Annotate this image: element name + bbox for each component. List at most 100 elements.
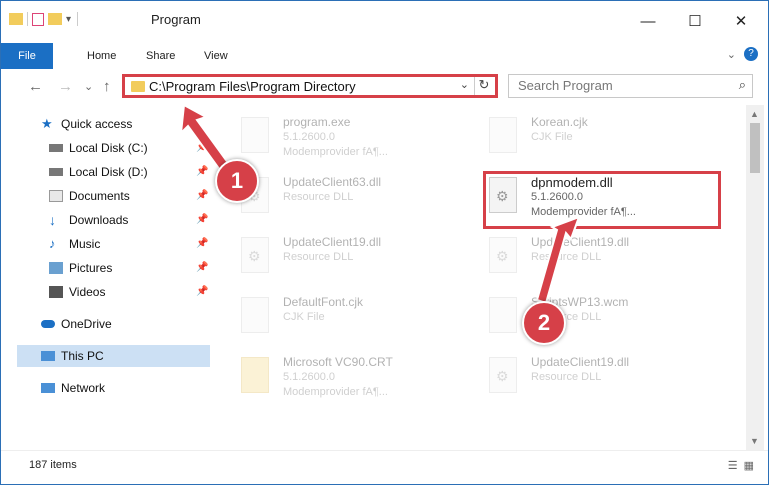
pin-icon: 📌 xyxy=(196,286,209,297)
navigation-pane: ★ Quick access Local Disk (C:) 📌 Local D… xyxy=(1,105,216,450)
expand-ribbon-icon[interactable]: ⌄ xyxy=(727,48,736,61)
pin-icon: 📌 xyxy=(196,142,209,153)
file-item[interactable]: Microsoft VC90.CRT 5.1.2600.0 Modemprovi… xyxy=(233,349,473,413)
exe-icon xyxy=(241,117,269,153)
separator xyxy=(27,12,28,26)
nav-item-quick-access[interactable]: ★ Quick access xyxy=(41,113,132,135)
star-icon: ★ xyxy=(41,116,53,131)
nav-item-label: Quick access xyxy=(61,117,133,131)
dll-icon xyxy=(241,237,269,273)
tab-view[interactable]: View xyxy=(204,45,228,67)
search-icon[interactable]: ⌕ xyxy=(739,77,746,93)
folder-icon xyxy=(131,81,145,92)
address-path[interactable]: C:\Program Files\Program Directory xyxy=(149,79,356,94)
nav-item-downloads[interactable]: ↓ Downloads xyxy=(49,209,128,231)
nav-item-label: Pictures xyxy=(69,261,113,275)
help-icon[interactable]: ? xyxy=(744,47,758,61)
customize-toolbar-icon[interactable]: ▾ xyxy=(66,14,71,25)
file-item[interactable]: program.exe 5.1.2600.0 Modemprovider fA¶… xyxy=(233,109,473,173)
file-version: 5.1.2600.0 xyxy=(283,371,335,383)
file-icon xyxy=(489,117,517,153)
file-name: UpdateClient63.dll xyxy=(283,175,382,189)
highlight-box xyxy=(483,171,721,229)
refresh-button[interactable]: ↻ xyxy=(474,77,493,95)
dll-icon xyxy=(489,237,517,273)
file-item[interactable]: ScriptsWP13.wcm Resource DLL xyxy=(481,289,721,353)
search-placeholder: Search Program xyxy=(518,78,613,93)
documents-icon xyxy=(49,190,63,202)
callout-1: 1 xyxy=(215,159,259,203)
file-list: program.exe 5.1.2600.0 Modemprovider fA¶… xyxy=(223,105,743,450)
recent-locations-button[interactable]: ⌄ xyxy=(84,80,93,93)
ribbon-tabs: File Home Share View ⌄ ? xyxy=(1,39,768,70)
nav-item-label: Network xyxy=(61,381,106,395)
folder-icon xyxy=(9,13,23,25)
file-item[interactable]: UpdateClient63.dll Resource DLL xyxy=(233,169,473,233)
file-type: CJK File xyxy=(531,131,573,143)
dll-icon xyxy=(489,357,517,393)
nav-item-videos[interactable]: Videos xyxy=(49,281,105,303)
nav-item-pictures[interactable]: Pictures xyxy=(49,257,112,279)
window-title: Program xyxy=(151,12,201,27)
scrollbar-thumb[interactable] xyxy=(750,123,760,173)
nav-item-label: Videos xyxy=(69,285,106,299)
nav-item-local-disk-c[interactable]: Local Disk (C:) xyxy=(49,137,148,159)
file-item[interactable]: UpdateClient19.dll Resource DLL xyxy=(481,229,721,293)
tiles-view-icon[interactable]: ▦ xyxy=(744,459,754,472)
nav-item-network[interactable]: Network xyxy=(41,377,105,399)
nav-item-onedrive[interactable]: OneDrive xyxy=(41,313,112,335)
up-button[interactable]: ↑ xyxy=(103,78,111,95)
file-item[interactable]: Korean.cjk CJK File xyxy=(481,109,721,173)
forward-button[interactable]: → xyxy=(58,78,73,95)
address-bar[interactable]: C:\Program Files\Program Directory ⌄ ↻ xyxy=(122,74,498,98)
explorer-window: ▾ Program — ☐ ✕ File Home Share View ⌄ ?… xyxy=(0,0,769,485)
drive-icon xyxy=(49,168,63,176)
vertical-scrollbar[interactable]: ▲ ▼ xyxy=(746,105,764,450)
ribbon-controls: ⌄ ? xyxy=(727,47,758,61)
file-icon xyxy=(241,297,269,333)
nav-item-this-pc[interactable]: This PC xyxy=(17,345,210,367)
back-button[interactable]: ← xyxy=(28,78,43,95)
file-item[interactable]: UpdateClient19.dll Resource DLL xyxy=(481,349,721,413)
nav-item-label: OneDrive xyxy=(61,317,112,331)
file-type: Resource DLL xyxy=(531,371,602,383)
tab-home[interactable]: Home xyxy=(87,45,116,67)
nav-item-local-disk-d[interactable]: Local Disk (D:) xyxy=(49,161,148,183)
file-name: Microsoft VC90.CRT xyxy=(283,355,393,369)
downloads-icon: ↓ xyxy=(49,212,56,228)
file-description: Modemprovider fA¶... xyxy=(283,146,388,158)
nav-item-documents[interactable]: Documents xyxy=(49,185,130,207)
minimize-button[interactable]: — xyxy=(626,7,670,35)
file-name: UpdateClient19.dll xyxy=(283,235,382,249)
item-count: 187 items xyxy=(29,459,77,471)
nav-item-music[interactable]: ♪ Music xyxy=(49,233,100,255)
details-view-icon[interactable]: ☰ xyxy=(728,459,738,472)
file-name: DefaultFont.cjk xyxy=(283,295,364,309)
file-description: Modemprovider fA¶... xyxy=(283,386,388,398)
file-type: Resource DLL xyxy=(283,191,354,203)
scroll-up-icon[interactable]: ▲ xyxy=(750,109,759,119)
file-name: program.exe xyxy=(283,115,351,129)
new-folder-icon[interactable] xyxy=(48,13,62,25)
scroll-down-icon[interactable]: ▼ xyxy=(750,436,759,446)
properties-icon[interactable] xyxy=(32,12,44,26)
search-box[interactable]: Search Program ⌕ xyxy=(508,74,753,98)
file-type: Resource DLL xyxy=(283,251,354,263)
drive-icon xyxy=(49,144,63,152)
tab-file[interactable]: File xyxy=(1,43,53,69)
nav-item-label: Music xyxy=(69,237,101,251)
file-item[interactable]: DefaultFont.cjk CJK File xyxy=(233,289,473,353)
nav-item-label: Local Disk (C:) xyxy=(69,141,148,155)
file-name: UpdateClient19.dll xyxy=(531,355,630,369)
maximize-button[interactable]: ☐ xyxy=(673,7,717,35)
address-dropdown-icon[interactable]: ⌄ xyxy=(460,78,469,91)
pictures-icon xyxy=(49,262,63,274)
nav-item-label: This PC xyxy=(61,349,104,363)
close-button[interactable]: ✕ xyxy=(719,7,763,35)
nav-item-label: Downloads xyxy=(69,213,129,227)
music-icon: ♪ xyxy=(49,236,56,251)
file-item[interactable]: UpdateClient19.dll Resource DLL xyxy=(233,229,473,293)
cloud-icon xyxy=(41,320,55,328)
tab-share[interactable]: Share xyxy=(146,45,175,67)
folder-file-icon xyxy=(241,357,269,393)
